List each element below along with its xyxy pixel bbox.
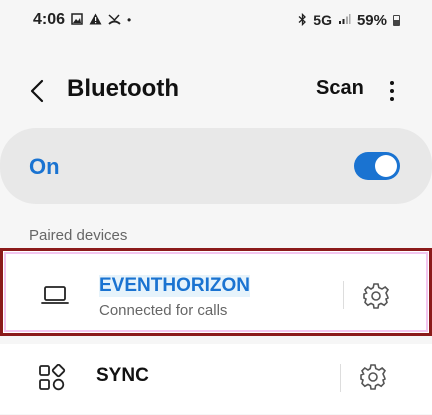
chevron-left-icon	[30, 79, 44, 103]
apps-grid-icon	[38, 363, 66, 391]
notification-dot: •	[127, 13, 132, 27]
bluetooth-state-label: On	[29, 154, 60, 179]
gear-icon	[360, 364, 387, 390]
back-button[interactable]	[22, 76, 52, 106]
bluetooth-master-switch-card[interactable]: On	[0, 128, 432, 204]
status-bar: 4:06 • 5G 59%	[0, 0, 432, 40]
device-row-eventhorizon[interactable]: EVENTHORIZON Connected for calls	[0, 248, 432, 336]
laptop-icon	[41, 283, 69, 307]
more-vert-dot	[390, 89, 394, 93]
more-options-button[interactable]	[383, 76, 401, 106]
device-row-sync[interactable]: SYNC	[0, 344, 432, 414]
row-divider	[340, 364, 341, 392]
bluetooth-status-icon	[298, 12, 307, 28]
more-vert-icon	[390, 81, 394, 85]
network-type: 5G	[313, 12, 332, 28]
status-left: 4:06 •	[33, 11, 131, 29]
missed-call-icon	[108, 13, 121, 27]
gallery-notification-icon	[71, 13, 83, 27]
row-divider	[343, 281, 344, 309]
device-status: Connected for calls	[99, 302, 228, 319]
battery-icon	[393, 14, 400, 26]
toggle-knob	[375, 155, 397, 177]
paired-devices-heading: Paired devices	[29, 227, 128, 244]
scan-button[interactable]: Scan	[316, 77, 364, 100]
page-title: Bluetooth	[67, 75, 179, 102]
device-settings-button[interactable]	[358, 362, 388, 392]
device-name: SYNC	[96, 365, 149, 386]
signal-icon	[338, 13, 351, 27]
paired-device-list: EVENTHORIZON Connected for calls SYNC	[0, 248, 432, 414]
device-name: EVENTHORIZON	[99, 275, 250, 297]
device-settings-button[interactable]	[361, 281, 391, 311]
status-right: 5G 59%	[298, 12, 400, 29]
status-time: 4:06	[33, 11, 66, 28]
app-header: Bluetooth Scan	[0, 62, 432, 118]
warning-icon	[89, 13, 102, 27]
battery-percent: 59%	[356, 11, 387, 29]
more-vert-dot	[390, 97, 394, 101]
bluetooth-toggle[interactable]	[354, 152, 400, 180]
gear-icon	[363, 283, 390, 309]
